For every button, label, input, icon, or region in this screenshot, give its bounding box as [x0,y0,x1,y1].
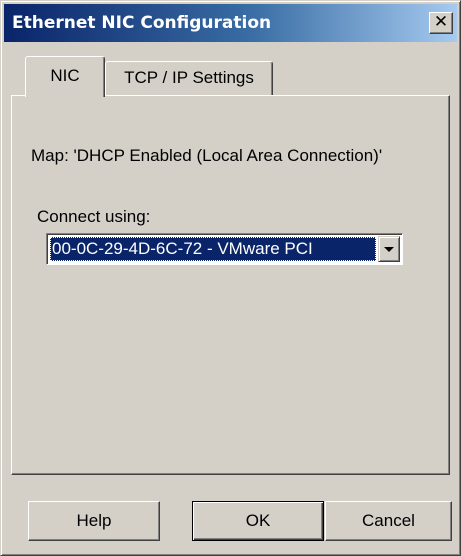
map-label: Map: 'DHCP Enabled (Local Area Connectio… [31,146,383,165]
chevron-down-icon [384,247,394,252]
ok-button[interactable]: OK [192,501,324,541]
tab-label: NIC [50,66,80,85]
close-icon: ✕ [433,12,449,32]
close-button[interactable]: ✕ [429,12,453,34]
help-button[interactable]: Help [28,501,160,541]
dialog-window: Ethernet NIC Configuration ✕ TCP / IP Se… [0,0,461,556]
title-bar[interactable]: Ethernet NIC Configuration ✕ [4,4,457,42]
dropdown-button[interactable] [378,236,400,262]
tab-label: TCP / IP Settings [124,68,254,87]
window-title: Ethernet NIC Configuration [12,13,272,33]
connect-using-value[interactable]: 00-0C-29-4D-6C-72 - VMware PCI [50,237,376,261]
connect-using-select[interactable]: 00-0C-29-4D-6C-72 - VMware PCI [46,233,403,265]
tab-tcp-ip-settings[interactable]: TCP / IP Settings [105,61,273,95]
cancel-button[interactable]: Cancel [325,501,452,541]
tab-nic[interactable]: NIC [25,56,105,97]
connect-using-label: Connect using: [37,207,151,226]
